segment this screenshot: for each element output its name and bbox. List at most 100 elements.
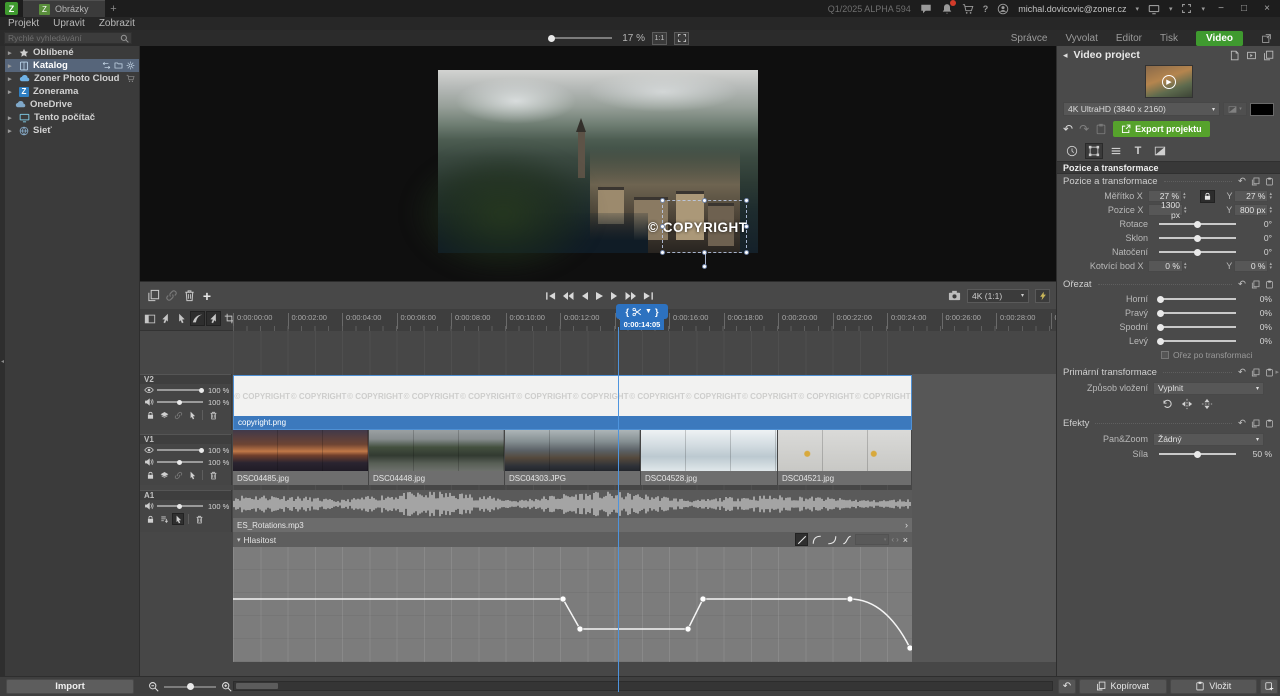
timeline-zoom-knob[interactable] bbox=[187, 683, 194, 690]
crop-bottom-knob[interactable] bbox=[1157, 324, 1164, 331]
volume-slider[interactable] bbox=[157, 461, 203, 463]
trash-icon[interactable] bbox=[207, 469, 219, 481]
history-icon[interactable] bbox=[1095, 123, 1107, 135]
clip-thumbnail[interactable] bbox=[505, 430, 640, 471]
copy-icon[interactable] bbox=[1251, 176, 1260, 187]
opacity-slider[interactable] bbox=[157, 389, 203, 391]
expand-icon[interactable]: ▸ bbox=[8, 127, 15, 135]
paste-special-button[interactable] bbox=[1260, 679, 1278, 694]
account-dropdown-icon[interactable]: ▾ bbox=[1135, 5, 1139, 13]
performance-flash-button[interactable] bbox=[1035, 289, 1050, 303]
export-project-button[interactable]: Export projektu bbox=[1113, 121, 1210, 137]
selection-handle[interactable] bbox=[744, 198, 749, 203]
preview-quality-select[interactable]: 4K (1:1) ▾ bbox=[967, 289, 1029, 303]
selection-handle[interactable] bbox=[744, 224, 749, 229]
mixdown-icon[interactable] bbox=[158, 513, 170, 525]
anchor-y-input[interactable]: 0 % bbox=[1234, 260, 1269, 272]
lock-icon[interactable] bbox=[144, 469, 156, 481]
turn-knob[interactable] bbox=[1194, 249, 1201, 256]
clip-DSC04521.jpg[interactable]: DSC04521.jpg bbox=[778, 430, 912, 485]
new-project-icon[interactable] bbox=[1229, 50, 1240, 61]
minimize-button[interactable]: − bbox=[1214, 3, 1228, 14]
rotation-handle[interactable] bbox=[702, 264, 707, 269]
spinner-icons[interactable]: ▴▾ bbox=[1182, 192, 1186, 200]
curve-ease-out-icon[interactable] bbox=[810, 533, 823, 546]
cart-icon[interactable] bbox=[962, 3, 974, 15]
clip-DSC04303.JPG[interactable]: DSC04303.JPG bbox=[505, 430, 641, 485]
paste-icon[interactable] bbox=[1265, 176, 1274, 187]
crop-left-knob[interactable] bbox=[1157, 338, 1164, 345]
clip-thumbnail[interactable] bbox=[778, 430, 911, 471]
duplicate-project-icon[interactable] bbox=[1263, 50, 1274, 61]
tab-spravce[interactable]: Správce bbox=[1011, 33, 1048, 44]
tab-text-icon[interactable]: T bbox=[1129, 143, 1147, 159]
curve-smooth-icon[interactable] bbox=[840, 533, 853, 546]
volume-knob[interactable] bbox=[177, 504, 182, 509]
expand-icon[interactable]: ▸ bbox=[8, 114, 15, 122]
auto-select-icon[interactable] bbox=[186, 469, 198, 481]
tab-timing-icon[interactable] bbox=[1063, 143, 1081, 159]
selection-box[interactable] bbox=[662, 200, 747, 253]
add-clip-icon[interactable]: + bbox=[198, 287, 216, 305]
spinner-icons[interactable]: ▴▾ bbox=[1268, 206, 1272, 214]
volume-knob[interactable] bbox=[177, 460, 182, 465]
expand-icon[interactable]: ▸ bbox=[8, 62, 15, 70]
volume-knob[interactable] bbox=[177, 400, 182, 405]
rotate-ccw-icon[interactable] bbox=[1161, 398, 1173, 410]
flip-vertical-icon[interactable] bbox=[1201, 398, 1213, 410]
spinner-icons[interactable]: ▴▾ bbox=[1268, 192, 1272, 200]
volume-slider[interactable] bbox=[157, 401, 203, 403]
fit-to-screen-button[interactable] bbox=[674, 32, 689, 45]
tab-vignette-icon[interactable] bbox=[1151, 143, 1169, 159]
reset-icon[interactable]: ↶ bbox=[1238, 176, 1246, 187]
maximize-button[interactable]: □ bbox=[1237, 3, 1251, 14]
audio-clip-name-bar[interactable]: ES_Rotations.mp3 › bbox=[233, 518, 912, 532]
scrollbar-thumb[interactable] bbox=[236, 683, 278, 689]
link-clips-icon[interactable] bbox=[162, 287, 180, 305]
clip-DSC04485.jpg[interactable]: DSC04485.jpg bbox=[233, 430, 369, 485]
close-button[interactable]: × bbox=[1260, 3, 1274, 14]
tab-vyvolat[interactable]: Vyvolat bbox=[1065, 33, 1097, 44]
window-tab-obrazky[interactable]: Z Obrázky bbox=[23, 0, 105, 17]
reset-icon[interactable]: ↶ bbox=[1238, 279, 1246, 290]
clip-DSC04448.jpg[interactable]: DSC04448.jpg bbox=[369, 430, 505, 485]
scale-y-input[interactable]: 27 % bbox=[1234, 190, 1268, 202]
clip-thumbnail[interactable] bbox=[369, 430, 504, 471]
playhead-icon[interactable]: ▼ bbox=[645, 308, 652, 315]
sidebar-item-oblibene[interactable]: ▸ Oblíbené bbox=[5, 46, 139, 59]
envelope-edit-icon[interactable] bbox=[172, 513, 184, 525]
duplicate-clip-icon[interactable] bbox=[144, 287, 162, 305]
cart-icon[interactable] bbox=[126, 74, 135, 83]
audio-waveform-clip[interactable] bbox=[233, 490, 912, 518]
external-window-icon[interactable] bbox=[1261, 33, 1272, 44]
selection-handle[interactable] bbox=[660, 198, 665, 203]
sidebar-collapse-strip[interactable]: ◂ bbox=[0, 46, 5, 676]
trash-icon[interactable] bbox=[193, 513, 205, 525]
clip-DSC04528.jpg[interactable]: DSC04528.jpg bbox=[641, 430, 778, 485]
collapse-icon[interactable]: ▾ bbox=[237, 536, 241, 544]
opacity-slider[interactable] bbox=[157, 449, 203, 451]
next-clip-button[interactable] bbox=[625, 291, 637, 301]
background-mode-select[interactable]: ▾ bbox=[1223, 102, 1247, 116]
copy-icon[interactable] bbox=[1251, 418, 1260, 429]
panel-scroll-icon[interactable]: ▸ bbox=[1275, 368, 1279, 376]
rotation-knob[interactable] bbox=[1194, 221, 1201, 228]
search-input[interactable] bbox=[5, 33, 120, 43]
collapse-left-icon[interactable]: ◂ bbox=[1, 358, 4, 365]
sidebar-item-siet[interactable]: ▸ Sieť bbox=[5, 124, 139, 137]
layers-icon[interactable] bbox=[158, 469, 170, 481]
strength-knob[interactable] bbox=[1194, 451, 1201, 458]
import-button[interactable]: Import bbox=[6, 679, 134, 694]
sidebar-item-tento-pocitac[interactable]: ▸ Tento počítač bbox=[5, 111, 139, 124]
preview-zoom-knob[interactable] bbox=[548, 35, 555, 42]
zoom-out-icon[interactable] bbox=[148, 681, 159, 692]
selection-handle[interactable] bbox=[660, 250, 665, 255]
speaker-icon[interactable] bbox=[144, 397, 154, 407]
tab-video[interactable]: Video bbox=[1196, 31, 1243, 46]
close-envelope-icon[interactable]: × bbox=[903, 535, 908, 545]
reset-icon[interactable]: ↶ bbox=[1238, 418, 1246, 429]
go-to-start-button[interactable] bbox=[545, 291, 556, 301]
panzoom-select[interactable]: Žádný ▾ bbox=[1153, 433, 1264, 446]
help-icon[interactable]: ? bbox=[983, 4, 989, 14]
trash-icon[interactable] bbox=[207, 409, 219, 421]
